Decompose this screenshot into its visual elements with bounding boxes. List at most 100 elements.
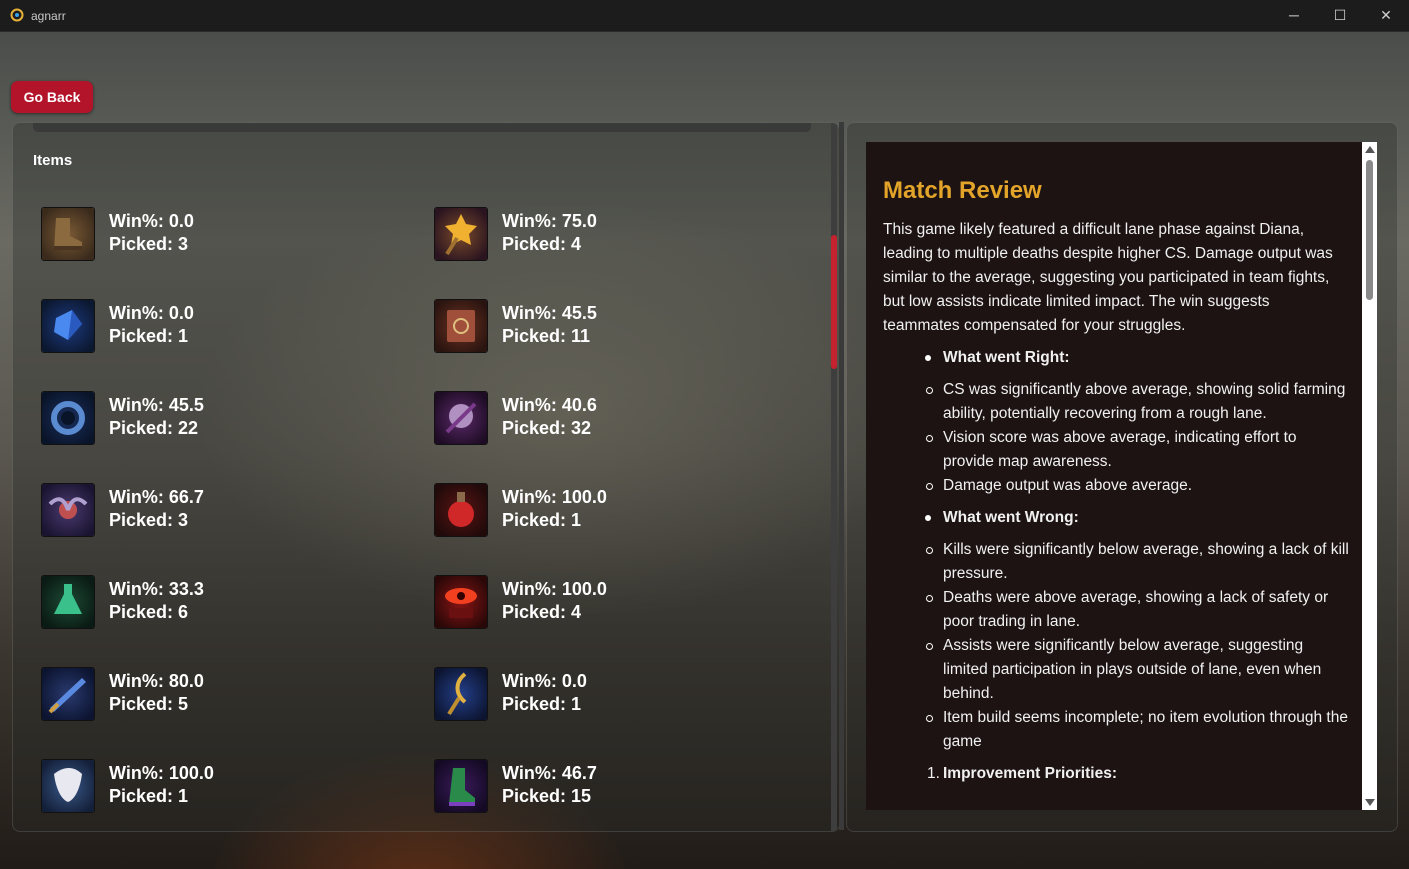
improvement-priorities-heading: 1. Improvement Priorities:: [883, 762, 1349, 786]
item-card: Win%: 80.0 Picked: 5: [41, 667, 341, 721]
review-point-text: Item build seems incomplete; no item evo…: [943, 709, 1348, 750]
maximize-button[interactable]: ☐: [1317, 0, 1363, 31]
item-win-rate: Win%: 80.0: [109, 671, 204, 691]
title-bar[interactable]: agnarr ─ ☐ ✕: [0, 0, 1409, 32]
review-body: This game likely featured a difficult la…: [883, 218, 1349, 786]
minimize-button[interactable]: ─: [1271, 0, 1317, 31]
improvement-priorities-title: Improvement Priorities:: [943, 765, 1117, 782]
item-card: Win%: 75.0 Picked: 4: [434, 207, 734, 261]
item-win-rate: Win%: 66.7: [109, 487, 204, 507]
green-flask-icon: [41, 575, 95, 629]
item-win-rate: Win%: 75.0: [502, 211, 597, 231]
review-point-text: Damage output was above average.: [943, 477, 1193, 494]
item-win-rate: Win%: 0.0: [502, 671, 587, 691]
review-scrollbar-thumb[interactable]: [1366, 160, 1373, 300]
boots-icon: [41, 207, 95, 261]
item-win-rate: Win%: 100.0: [502, 579, 607, 599]
hollow-bullet-icon: [926, 595, 933, 602]
item-card: Win%: 66.7 Picked: 3: [41, 483, 341, 537]
review-title: Match Review: [883, 177, 1042, 204]
review-summary: This game likely featured a difficult la…: [883, 221, 1333, 334]
item-picked-count: Picked: 4: [502, 602, 582, 622]
went-right-title: What went Right:: [943, 349, 1070, 366]
item-picked-count: Picked: 11: [502, 326, 591, 346]
item-card: Win%: 100.0 Picked: 1: [41, 759, 341, 813]
item-picked-count: Picked: 1: [502, 510, 582, 530]
item-picked-count: Picked: 1: [109, 786, 189, 806]
item-picked-count: Picked: 5: [109, 694, 189, 714]
review-point: Kills were significantly below average, …: [926, 538, 1349, 586]
match-review: Match Review This game likely featured a…: [866, 142, 1362, 810]
tome-icon: [434, 299, 488, 353]
item-picked-count: Picked: 1: [109, 326, 189, 346]
list-number: 1.: [927, 765, 940, 782]
bullet-icon: [925, 355, 931, 361]
item-win-rate: Win%: 33.3: [109, 579, 204, 599]
item-picked-count: Picked: 32: [502, 418, 592, 438]
white-mask-icon: [41, 759, 95, 813]
hollow-bullet-icon: [926, 483, 933, 490]
review-point: CS was significantly above average, show…: [926, 378, 1349, 426]
item-card: Win%: 33.3 Picked: 6: [41, 575, 341, 629]
item-win-rate: Win%: 46.7: [502, 763, 597, 783]
item-card: Win%: 100.0 Picked: 4: [434, 575, 734, 629]
item-card: Win%: 100.0 Picked: 1: [434, 483, 734, 537]
item-picked-count: Picked: 4: [502, 234, 582, 254]
hollow-bullet-icon: [926, 643, 933, 650]
review-point: Item build seems incomplete; no item evo…: [926, 706, 1349, 754]
review-point-text: CS was significantly above average, show…: [943, 381, 1346, 422]
green-greaves-icon: [434, 759, 488, 813]
item-picked-count: Picked: 1: [502, 694, 582, 714]
item-card: Win%: 0.0 Picked: 3: [41, 207, 341, 261]
went-right-list: CS was significantly above average, show…: [883, 378, 1349, 498]
bullet-icon: [925, 515, 931, 521]
item-picked-count: Picked: 3: [109, 510, 189, 530]
item-win-rate: Win%: 100.0: [502, 487, 607, 507]
review-point: Deaths were above average, showing a lac…: [926, 586, 1349, 634]
items-scrollbar-track[interactable]: [831, 123, 837, 831]
item-win-rate: Win%: 0.0: [109, 303, 194, 323]
item-win-rate: Win%: 45.5: [502, 303, 597, 323]
blue-crystal-icon: [41, 299, 95, 353]
items-panel[interactable]: Items Win%: 0.0 Picked: 3 Win%: 75.0 Picked…: [12, 122, 840, 832]
item-picked-count: Picked: 15: [502, 786, 592, 806]
app-logo-icon: [10, 8, 24, 22]
review-point: Vision score was above average, indicati…: [926, 426, 1349, 474]
golden-staff-icon: [434, 667, 488, 721]
window-title: agnarr: [31, 9, 66, 23]
review-point: Assists were significantly below average…: [926, 634, 1349, 706]
review-point-text: Vision score was above average, indicati…: [943, 429, 1297, 470]
item-card: Win%: 46.7 Picked: 15: [434, 759, 734, 813]
star-wand-icon: [434, 207, 488, 261]
hollow-bullet-icon: [926, 715, 933, 722]
review-point-text: Assists were significantly below average…: [943, 637, 1322, 702]
item-win-rate: Win%: 40.6: [502, 395, 597, 415]
item-card: Win%: 45.5 Picked: 11: [434, 299, 734, 353]
went-wrong-section: What went Wrong:: [883, 506, 1349, 530]
item-card: Win%: 0.0 Picked: 1: [41, 299, 341, 353]
went-wrong-title: What went Wrong:: [943, 509, 1079, 526]
hollow-bullet-icon: [926, 387, 933, 394]
item-picked-count: Picked: 6: [109, 602, 189, 622]
go-back-button[interactable]: Go Back: [11, 81, 93, 113]
sapphire-ring-icon: [41, 391, 95, 445]
went-right-section: What went Right:: [883, 346, 1349, 370]
red-eye-icon: [434, 575, 488, 629]
review-point-text: Deaths were above average, showing a lac…: [943, 589, 1329, 630]
horizontal-scrollbar[interactable]: [33, 123, 811, 132]
review-point: Damage output was above average.: [926, 474, 1349, 498]
item-win-rate: Win%: 100.0: [109, 763, 214, 783]
review-scrollbar[interactable]: [1362, 142, 1377, 810]
items-scrollbar-thumb[interactable]: [831, 235, 837, 369]
close-button[interactable]: ✕: [1363, 0, 1409, 31]
item-card: Win%: 0.0 Picked: 1: [434, 667, 734, 721]
scroll-down-arrow-icon[interactable]: [1365, 799, 1375, 806]
scroll-up-arrow-icon[interactable]: [1365, 146, 1375, 153]
violet-emblem-icon: [434, 391, 488, 445]
item-picked-count: Picked: 22: [109, 418, 199, 438]
panel-divider[interactable]: [839, 122, 844, 830]
item-win-rate: Win%: 0.0: [109, 211, 194, 231]
hollow-bullet-icon: [926, 435, 933, 442]
review-point-text: Kills were significantly below average, …: [943, 541, 1349, 582]
went-wrong-list: Kills were significantly below average, …: [883, 538, 1349, 754]
